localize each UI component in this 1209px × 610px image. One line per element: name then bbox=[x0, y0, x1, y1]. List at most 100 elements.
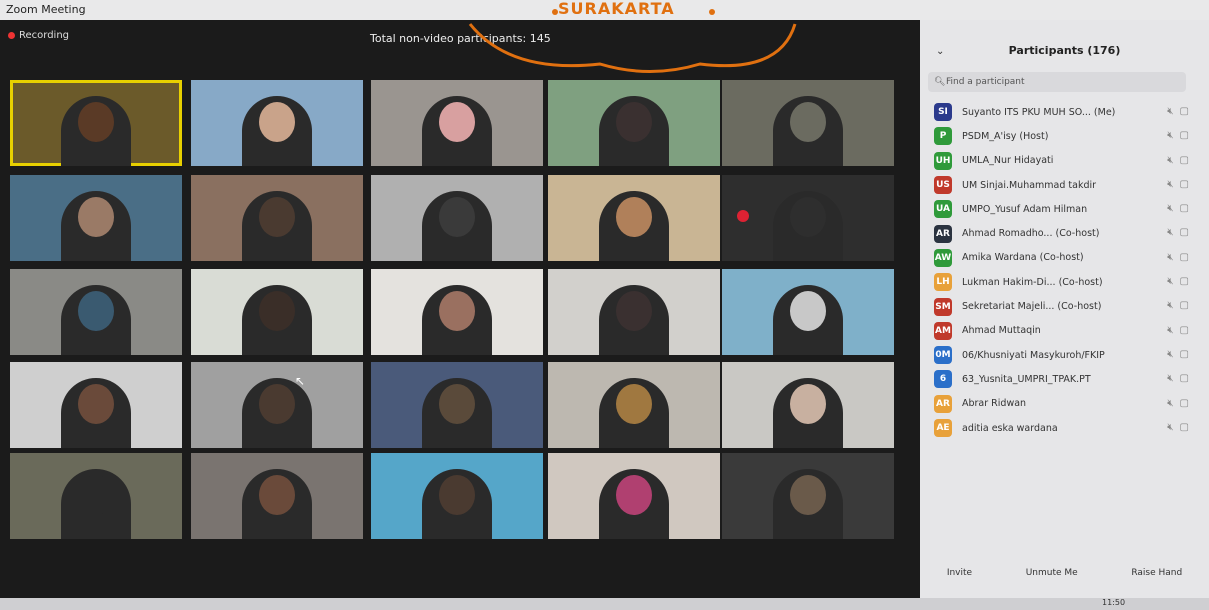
participant-head bbox=[616, 384, 652, 424]
video-tile[interactable] bbox=[10, 80, 182, 166]
participant-name: UMPO_Yusuf Adam Hilman bbox=[962, 203, 1088, 215]
screen-share-icon[interactable] bbox=[737, 210, 749, 222]
camera-off-icon: ▢ bbox=[1179, 106, 1189, 117]
video-tile[interactable] bbox=[371, 269, 543, 355]
participant-avatar: LH bbox=[934, 273, 952, 292]
video-tile[interactable] bbox=[371, 80, 543, 166]
participant-head bbox=[439, 475, 475, 515]
microphone-muted-icon: 🔇︎ bbox=[1167, 178, 1174, 190]
participant-row[interactable]: AE aditia eska wardana 🔇︎ ▢ bbox=[920, 416, 1209, 440]
participant-status-icons: 🔇︎ ▢ bbox=[1167, 325, 1189, 336]
participant-avatar: AR bbox=[934, 224, 952, 243]
video-tile[interactable] bbox=[371, 175, 543, 261]
participant-row[interactable]: SM Sekretariat Majeli... (Co-host) 🔇︎ ▢ bbox=[920, 294, 1209, 318]
video-tile[interactable] bbox=[548, 80, 720, 166]
video-tile[interactable] bbox=[10, 453, 182, 539]
watermark-text: SURAKARTA bbox=[558, 0, 675, 18]
participant-head bbox=[259, 291, 295, 331]
microphone-muted-icon: 🔇︎ bbox=[1167, 324, 1174, 336]
video-tile[interactable] bbox=[10, 175, 182, 261]
participant-name: PSDM_A'isy (Host) bbox=[962, 130, 1049, 142]
video-tile[interactable] bbox=[191, 453, 363, 539]
participant-name: 63_Yusnita_UMPRI_TPAK.PT bbox=[962, 373, 1091, 385]
participant-row[interactable]: LH Lukman Hakim-Di... (Co-host) 🔇︎ ▢ bbox=[920, 270, 1209, 294]
video-tile[interactable] bbox=[548, 362, 720, 448]
video-tile[interactable] bbox=[191, 269, 363, 355]
microphone-muted-icon: 🔇︎ bbox=[1167, 348, 1174, 360]
video-gallery: Recording Total non-video participants: … bbox=[0, 20, 920, 598]
video-tile[interactable] bbox=[722, 453, 894, 539]
invite-button[interactable]: Invite bbox=[947, 568, 972, 588]
participant-row[interactable]: 6 63_Yusnita_UMPRI_TPAK.PT 🔇︎ ▢ bbox=[920, 367, 1209, 391]
microphone-muted-icon: 🔇︎ bbox=[1167, 373, 1174, 385]
video-tile[interactable] bbox=[722, 362, 894, 448]
participant-row[interactable]: P PSDM_A'isy (Host) 🔇︎ ▢ bbox=[920, 124, 1209, 148]
participant-head bbox=[439, 384, 475, 424]
video-tile[interactable] bbox=[10, 269, 182, 355]
microphone-muted-icon: 🔇︎ bbox=[1167, 154, 1174, 166]
search-icon: 🔍︎ bbox=[934, 77, 946, 87]
participant-status-icons: 🔇︎ ▢ bbox=[1167, 155, 1189, 166]
participant-name: Lukman Hakim-Di... (Co-host) bbox=[962, 276, 1103, 288]
taskbar-clock: 11:50 bbox=[1102, 598, 1126, 607]
participant-name: 06/Khusniyati Masykuroh/FKIP bbox=[962, 349, 1105, 361]
participant-row[interactable]: US UM Sinjai.Muhammad takdir 🔇︎ ▢ bbox=[920, 173, 1209, 197]
search-placeholder: Find a participant bbox=[946, 77, 1025, 87]
raise-hand-button[interactable]: Raise Hand bbox=[1131, 568, 1182, 588]
video-tile[interactable] bbox=[191, 80, 363, 166]
participant-status-icons: 🔇︎ ▢ bbox=[1167, 373, 1189, 384]
participant-row[interactable]: AM Ahmad Muttaqin 🔇︎ ▢ bbox=[920, 319, 1209, 343]
microphone-muted-icon: 🔇︎ bbox=[1167, 106, 1174, 117]
video-tile[interactable] bbox=[191, 362, 363, 448]
participant-avatar: P bbox=[934, 127, 952, 146]
participant-status-icons: 🔇︎ ▢ bbox=[1167, 422, 1189, 433]
video-tile[interactable] bbox=[371, 362, 543, 448]
taskbar: 11:50 bbox=[0, 598, 1209, 610]
video-tile[interactable] bbox=[371, 453, 543, 539]
participant-status-icons: 🔇︎ ▢ bbox=[1167, 227, 1189, 238]
participant-head bbox=[439, 197, 475, 237]
microphone-muted-icon: 🔇︎ bbox=[1167, 130, 1174, 142]
participant-row[interactable]: AR Abrar Ridwan 🔇︎ ▢ bbox=[920, 392, 1209, 416]
video-tile[interactable] bbox=[548, 175, 720, 261]
participant-row[interactable]: SI Suyanto ITS PKU MUH SO... (Me) 🔇︎ ▢ bbox=[920, 100, 1209, 124]
participant-search-input[interactable]: 🔍︎ Find a participant bbox=[928, 72, 1186, 92]
participant-avatar: AM bbox=[934, 321, 952, 340]
video-tile[interactable] bbox=[10, 362, 182, 448]
participant-status-icons: 🔇︎ ▢ bbox=[1167, 398, 1189, 409]
participant-row[interactable]: 0M 06/Khusniyati Masykuroh/FKIP 🔇︎ ▢ bbox=[920, 343, 1209, 367]
participant-head bbox=[78, 291, 114, 331]
participant-name: aditia eska wardana bbox=[962, 422, 1058, 434]
video-tile[interactable] bbox=[191, 175, 363, 261]
camera-off-icon: ▢ bbox=[1179, 251, 1189, 263]
participant-name: UM Sinjai.Muhammad takdir bbox=[962, 179, 1097, 191]
participant-head bbox=[616, 291, 652, 331]
participant-row[interactable]: UA UMPO_Yusuf Adam Hilman 🔇︎ ▢ bbox=[920, 197, 1209, 221]
participant-name: Sekretariat Majeli... (Co-host) bbox=[962, 301, 1102, 313]
participant-status-icons: 🔇︎ ▢ bbox=[1167, 130, 1189, 141]
participant-head bbox=[439, 102, 475, 142]
participant-row[interactable]: UH UMLA_Nur Hidayati 🔇︎ ▢ bbox=[920, 149, 1209, 173]
participants-footer: Invite Unmute Me Raise Hand bbox=[920, 568, 1209, 588]
camera-off-icon: ▢ bbox=[1179, 178, 1189, 190]
participant-row[interactable]: AR Ahmad Romadho... (Co-host) 🔇︎ ▢ bbox=[920, 221, 1209, 245]
participant-head bbox=[78, 384, 114, 424]
participant-head bbox=[616, 475, 652, 515]
video-tile[interactable] bbox=[548, 269, 720, 355]
video-tile[interactable] bbox=[548, 453, 720, 539]
participants-title: Participants (176) bbox=[1008, 44, 1121, 57]
participant-head bbox=[790, 291, 826, 331]
video-tile[interactable] bbox=[722, 80, 894, 166]
record-dot-icon bbox=[8, 32, 15, 39]
recording-label: Recording bbox=[19, 30, 70, 41]
participant-head bbox=[616, 197, 652, 237]
video-tile[interactable] bbox=[722, 269, 894, 355]
recording-indicator[interactable]: Recording bbox=[8, 30, 69, 41]
participant-status-icons: 🔇︎ ▢ bbox=[1167, 276, 1189, 287]
unmute-me-button[interactable]: Unmute Me bbox=[1026, 568, 1078, 588]
participant-head bbox=[259, 384, 295, 424]
participant-head bbox=[790, 475, 826, 515]
camera-off-icon: ▢ bbox=[1179, 227, 1189, 239]
participant-row[interactable]: AW Amika Wardana (Co-host) 🔇︎ ▢ bbox=[920, 246, 1209, 270]
participant-status-icons: 🔇︎ ▢ bbox=[1167, 106, 1189, 117]
